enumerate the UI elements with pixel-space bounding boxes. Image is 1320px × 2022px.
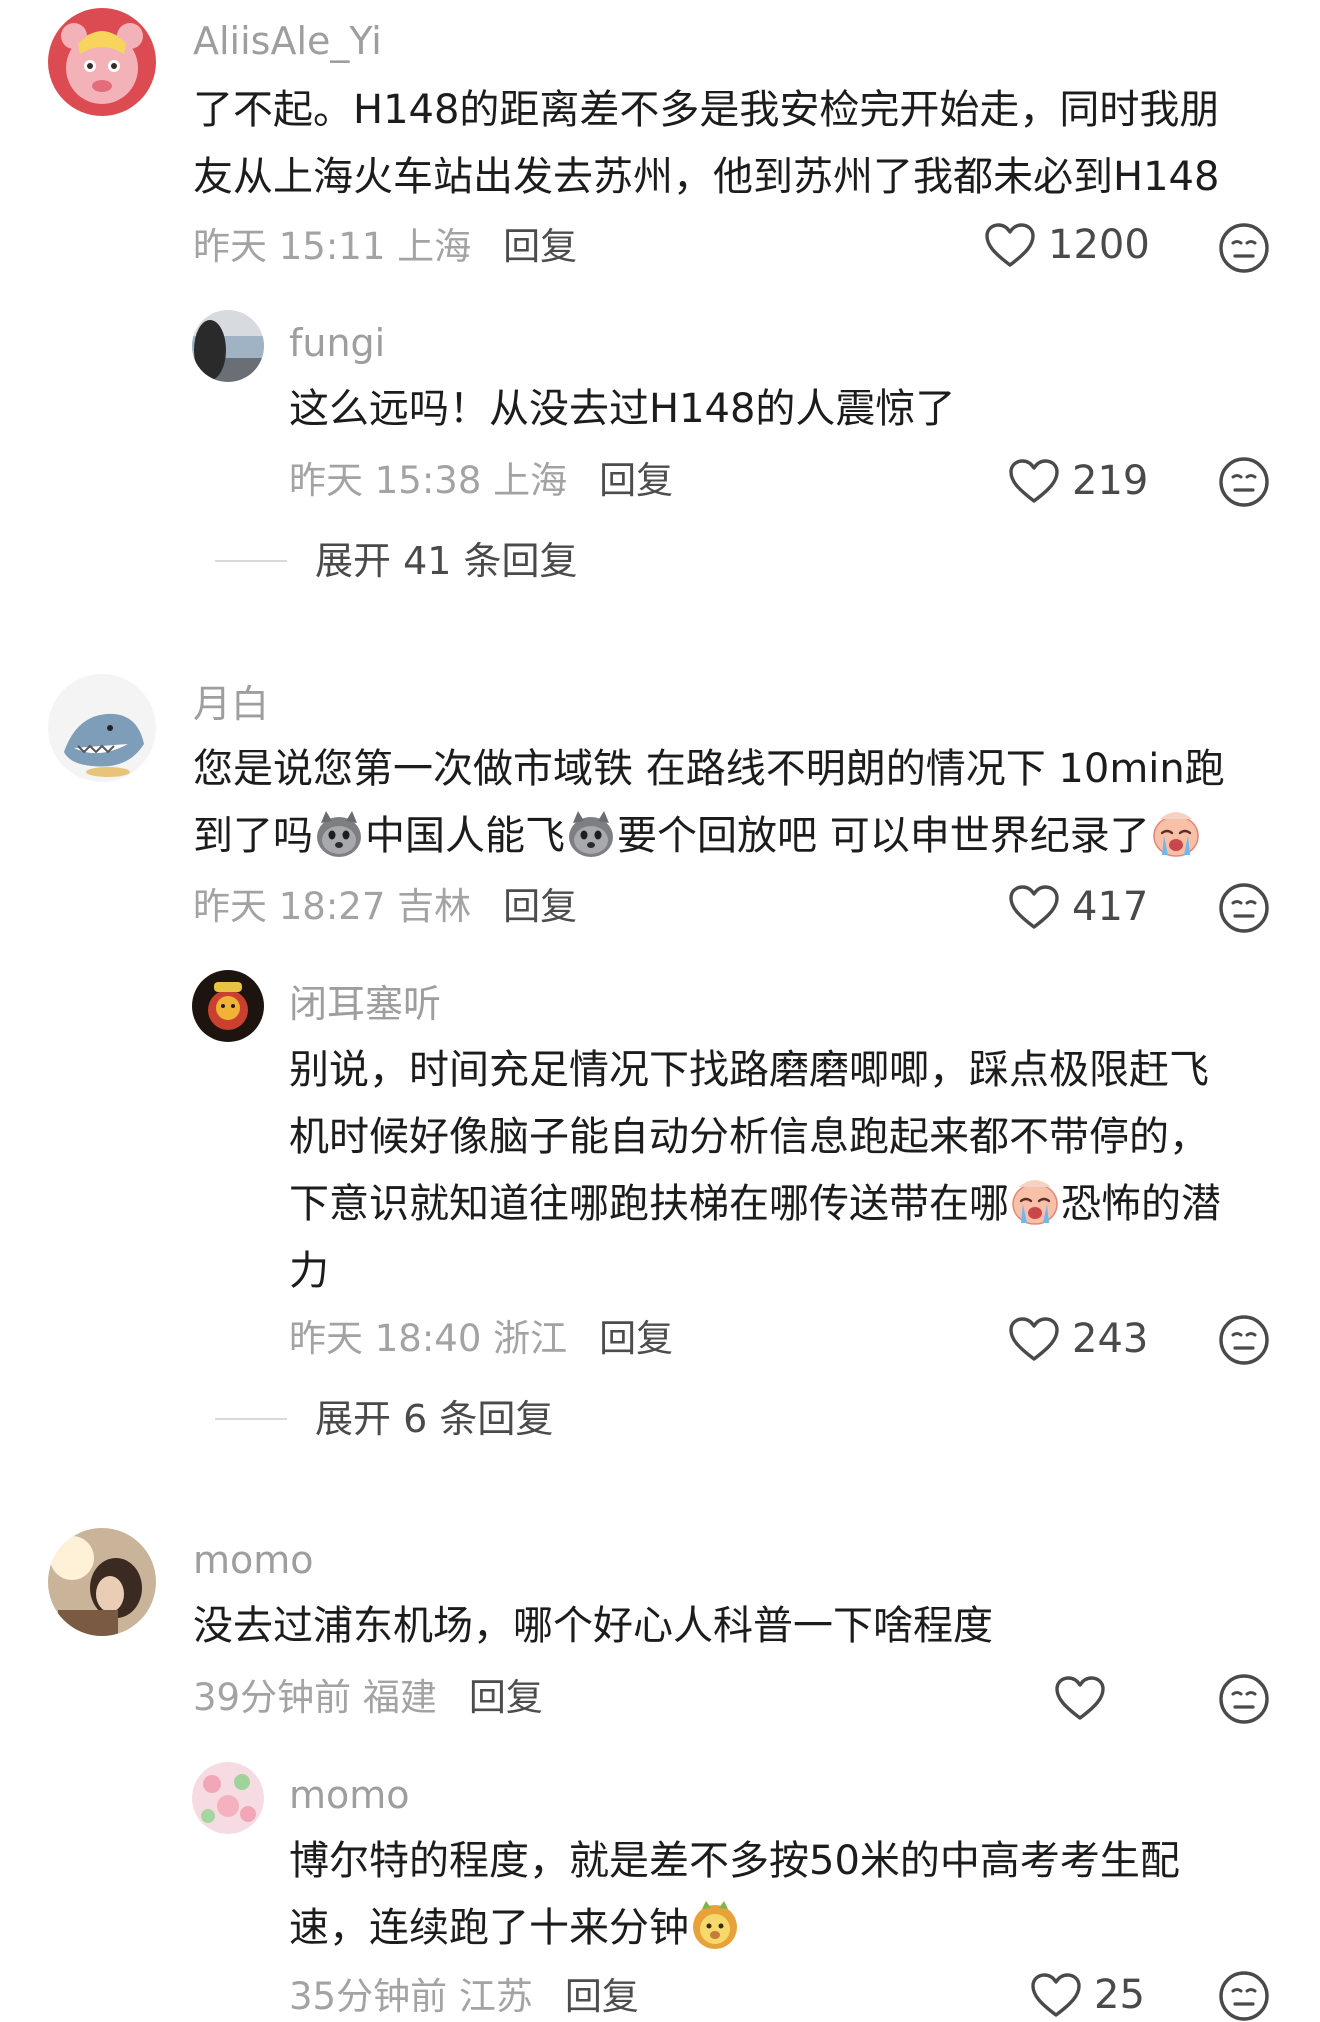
- comment-text-segment: 恐怖的潜: [1061, 1181, 1221, 1227]
- comment-line: 下意识就知道往哪跑扶梯在哪传送带在哪 恐怖的潜: [289, 1171, 1274, 1238]
- username[interactable]: 月白: [193, 685, 269, 723]
- heart-icon: [1030, 1972, 1082, 2018]
- comment-line: 别说，时间充足情况下找路磨磨唧唧，踩点极限赶飞: [289, 1047, 1209, 1093]
- username[interactable]: momo: [193, 1541, 314, 1579]
- username[interactable]: momo: [289, 1776, 410, 1814]
- like-button[interactable]: 25: [1030, 1972, 1145, 2018]
- dislike-face-icon[interactable]: [1218, 456, 1270, 508]
- like-button[interactable]: [1054, 1675, 1118, 1721]
- comment-text: 没去过浦东机场，哪个好心人科普一下啥程度: [193, 1593, 1273, 1660]
- reply-button[interactable]: 回复: [565, 1975, 639, 2018]
- reply-button[interactable]: 回复: [599, 1317, 673, 1360]
- comment-meta: 昨天 15:11 上海 回复: [193, 228, 577, 265]
- comment-text: 这么远吗！从没去过H148的人震惊了: [289, 376, 1274, 443]
- lion-emoji: [689, 1899, 741, 1951]
- comment-text: 博尔特的程度，就是差不多按50米的中高考考生配 速，连续跑了十来分钟: [289, 1828, 1274, 1962]
- comment-line: 机时候好像脑子能自动分析信息跑起来都不带停的，: [289, 1114, 1209, 1160]
- heart-icon: [1008, 884, 1060, 930]
- username[interactable]: 闭耳塞听: [289, 985, 441, 1023]
- expand-label: 展开 41 条回复: [315, 539, 578, 583]
- like-button[interactable]: 243: [1008, 1316, 1148, 1362]
- dislike-face-icon[interactable]: [1218, 1970, 1270, 2022]
- like-button[interactable]: 417: [1008, 884, 1148, 930]
- like-button[interactable]: 219: [1008, 458, 1148, 504]
- comment-text: 了不起。H148的距离差不多是我安检完开始走，同时我朋 友从上海火车站出发去苏州…: [193, 77, 1273, 211]
- heart-icon: [984, 222, 1036, 268]
- reply-button[interactable]: 回复: [503, 225, 577, 268]
- avatar[interactable]: [192, 970, 264, 1042]
- crying-emoji: [1150, 807, 1202, 859]
- crying-emoji: [1009, 1175, 1061, 1227]
- heart-icon: [1008, 458, 1060, 504]
- like-count: 417: [1072, 884, 1149, 930]
- like-count: 243: [1072, 1316, 1149, 1362]
- comment-line: 您是说您第一次做市域铁 在路线不明朗的情况下 10min跑: [193, 746, 1225, 792]
- comment-text-segment: 下意识就知道往哪跑扶梯在哪传送带在哪: [289, 1181, 1009, 1227]
- dog-emoji: [313, 807, 365, 859]
- expand-label: 展开 6 条回复: [315, 1397, 554, 1441]
- dislike-face-icon[interactable]: [1218, 882, 1270, 934]
- comment-text: 别说，时间充足情况下找路磨磨唧唧，踩点极限赶飞 机时候好像脑子能自动分析信息跑起…: [289, 1037, 1274, 1305]
- timestamp-location: 昨天 15:38 上海: [289, 459, 568, 502]
- comment-text-segment: 要个回放吧 可以申世界纪录了: [617, 813, 1150, 859]
- comment-meta: 昨天 18:40 浙江 回复: [289, 1320, 673, 1357]
- heart-icon: [1008, 1316, 1060, 1362]
- like-count: 1200: [1048, 222, 1150, 268]
- avatar[interactable]: [192, 310, 264, 382]
- comment-line: 这么远吗！从没去过H148的人震惊了: [289, 386, 956, 432]
- timestamp-location: 昨天 15:11 上海: [193, 225, 472, 268]
- divider: [215, 1418, 287, 1420]
- like-count: 25: [1094, 1972, 1145, 2018]
- reply-button[interactable]: 回复: [469, 1676, 543, 1719]
- comment-line: 了不起。H148的距离差不多是我安检完开始走，同时我朋: [193, 87, 1220, 133]
- avatar[interactable]: [48, 8, 156, 116]
- dislike-face-icon[interactable]: [1218, 1314, 1270, 1366]
- dislike-face-icon[interactable]: [1218, 222, 1270, 274]
- heart-icon: [1054, 1675, 1106, 1721]
- comment-meta: 39分钟前 福建 回复: [193, 1679, 543, 1716]
- like-button[interactable]: 1200: [984, 222, 1150, 268]
- comment-meta: 昨天 15:38 上海 回复: [289, 462, 673, 499]
- expand-replies-button[interactable]: 展开 41 条回复: [215, 542, 578, 580]
- comment-meta: 昨天 18:27 吉林 回复: [193, 888, 577, 925]
- avatar[interactable]: [48, 1528, 156, 1636]
- comment-line: 没去过浦东机场，哪个好心人科普一下啥程度: [193, 1603, 993, 1649]
- timestamp-location: 昨天 18:40 浙江: [289, 1317, 568, 1360]
- reply-button[interactable]: 回复: [503, 885, 577, 928]
- comment-text-segment: 到了吗: [193, 813, 313, 859]
- comment-line: 速，连续跑了十来分钟: [289, 1895, 1274, 1962]
- timestamp-location: 39分钟前 福建: [193, 1676, 437, 1719]
- dog-emoji: [565, 807, 617, 859]
- comment-text-segment: 速，连续跑了十来分钟: [289, 1905, 689, 1951]
- comment-line: 友从上海火车站出发去苏州，他到苏州了我都未必到H148: [193, 154, 1220, 200]
- comment-text: 您是说您第一次做市域铁 在路线不明朗的情况下 10min跑 到了吗 中国人能飞 要个…: [193, 736, 1273, 870]
- comment-line: 力: [289, 1248, 329, 1294]
- username[interactable]: fungi: [289, 324, 385, 362]
- comment-text-segment: 中国人能飞: [365, 813, 565, 859]
- divider: [215, 560, 287, 562]
- comment-line: 博尔特的程度，就是差不多按50米的中高考考生配: [289, 1838, 1180, 1884]
- avatar[interactable]: [192, 1762, 264, 1834]
- timestamp-location: 昨天 18:27 吉林: [193, 885, 472, 928]
- comment-line: 到了吗 中国人能飞 要个回放吧 可以申世界纪录了: [193, 803, 1273, 870]
- expand-replies-button[interactable]: 展开 6 条回复: [215, 1400, 553, 1438]
- comment-meta: 35分钟前 江苏 回复: [289, 1978, 639, 2015]
- avatar[interactable]: [48, 674, 156, 782]
- reply-button[interactable]: 回复: [599, 459, 673, 502]
- like-count: 219: [1072, 458, 1149, 504]
- timestamp-location: 35分钟前 江苏: [289, 1975, 533, 2018]
- username[interactable]: AliisAle_Yi: [193, 22, 382, 60]
- dislike-face-icon[interactable]: [1218, 1673, 1270, 1725]
